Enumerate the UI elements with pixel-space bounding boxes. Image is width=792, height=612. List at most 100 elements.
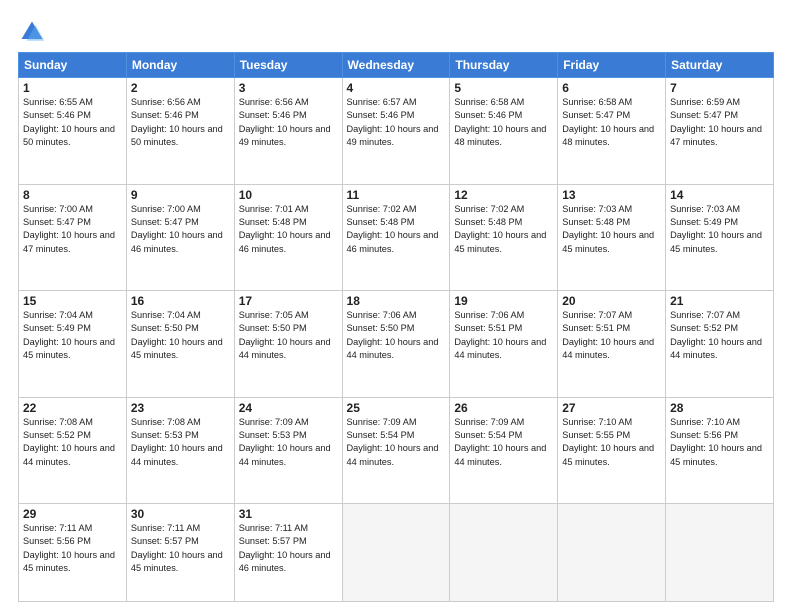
sunrise-label: Sunrise: 7:07 AM [670,310,740,320]
sunrise-label: Sunrise: 7:00 AM [23,204,93,214]
calendar-cell: 13 Sunrise: 7:03 AM Sunset: 5:48 PM Dayl… [558,184,666,291]
calendar-cell: 19 Sunrise: 7:06 AM Sunset: 5:51 PM Dayl… [450,291,558,398]
calendar-cell: 20 Sunrise: 7:07 AM Sunset: 5:51 PM Dayl… [558,291,666,398]
sunrise-label: Sunrise: 7:06 AM [347,310,417,320]
sunset-label: Sunset: 5:50 PM [347,323,415,333]
weekday-header: Friday [558,53,666,78]
sunset-label: Sunset: 5:56 PM [670,430,738,440]
sunset-label: Sunset: 5:47 PM [670,110,738,120]
sunset-label: Sunset: 5:49 PM [23,323,91,333]
calendar-cell: 28 Sunrise: 7:10 AM Sunset: 5:56 PM Dayl… [666,397,774,504]
daylight-label: Daylight: 10 hours and 44 minutes. [562,337,654,360]
daylight-label: Daylight: 10 hours and 44 minutes. [454,443,546,466]
day-number: 25 [347,401,446,415]
day-info: Sunrise: 7:02 AM Sunset: 5:48 PM Dayligh… [347,203,446,256]
calendar-table: SundayMondayTuesdayWednesdayThursdayFrid… [18,52,774,602]
sunrise-label: Sunrise: 7:06 AM [454,310,524,320]
day-info: Sunrise: 7:03 AM Sunset: 5:48 PM Dayligh… [562,203,661,256]
day-number: 3 [239,81,338,95]
day-number: 1 [23,81,122,95]
weekday-header: Tuesday [234,53,342,78]
day-number: 17 [239,294,338,308]
sunrise-label: Sunrise: 7:08 AM [131,417,201,427]
sunrise-label: Sunrise: 7:00 AM [131,204,201,214]
calendar-cell: 7 Sunrise: 6:59 AM Sunset: 5:47 PM Dayli… [666,78,774,185]
day-info: Sunrise: 7:06 AM Sunset: 5:51 PM Dayligh… [454,309,553,362]
calendar-cell [450,504,558,602]
daylight-label: Daylight: 10 hours and 44 minutes. [239,443,331,466]
day-info: Sunrise: 7:06 AM Sunset: 5:50 PM Dayligh… [347,309,446,362]
daylight-label: Daylight: 10 hours and 45 minutes. [670,443,762,466]
sunset-label: Sunset: 5:46 PM [454,110,522,120]
calendar-cell: 12 Sunrise: 7:02 AM Sunset: 5:48 PM Dayl… [450,184,558,291]
sunrise-label: Sunrise: 7:08 AM [23,417,93,427]
calendar-cell [342,504,450,602]
calendar-cell: 25 Sunrise: 7:09 AM Sunset: 5:54 PM Dayl… [342,397,450,504]
sunrise-label: Sunrise: 7:09 AM [347,417,417,427]
day-info: Sunrise: 7:10 AM Sunset: 5:55 PM Dayligh… [562,416,661,469]
weekday-header: Saturday [666,53,774,78]
calendar-cell: 4 Sunrise: 6:57 AM Sunset: 5:46 PM Dayli… [342,78,450,185]
day-number: 29 [23,507,122,521]
calendar-cell: 9 Sunrise: 7:00 AM Sunset: 5:47 PM Dayli… [126,184,234,291]
daylight-label: Daylight: 10 hours and 44 minutes. [454,337,546,360]
sunset-label: Sunset: 5:47 PM [131,217,199,227]
sunrise-label: Sunrise: 6:59 AM [670,97,740,107]
sunset-label: Sunset: 5:48 PM [347,217,415,227]
day-number: 21 [670,294,769,308]
day-info: Sunrise: 7:08 AM Sunset: 5:52 PM Dayligh… [23,416,122,469]
sunset-label: Sunset: 5:49 PM [670,217,738,227]
daylight-label: Daylight: 10 hours and 46 minutes. [239,230,331,253]
calendar-cell: 16 Sunrise: 7:04 AM Sunset: 5:50 PM Dayl… [126,291,234,398]
sunset-label: Sunset: 5:47 PM [23,217,91,227]
daylight-label: Daylight: 10 hours and 46 minutes. [131,230,223,253]
calendar-cell: 31 Sunrise: 7:11 AM Sunset: 5:57 PM Dayl… [234,504,342,602]
daylight-label: Daylight: 10 hours and 45 minutes. [562,230,654,253]
day-info: Sunrise: 7:01 AM Sunset: 5:48 PM Dayligh… [239,203,338,256]
daylight-label: Daylight: 10 hours and 49 minutes. [239,124,331,147]
sunrise-label: Sunrise: 7:09 AM [239,417,309,427]
sunset-label: Sunset: 5:55 PM [562,430,630,440]
calendar-cell: 10 Sunrise: 7:01 AM Sunset: 5:48 PM Dayl… [234,184,342,291]
day-info: Sunrise: 7:08 AM Sunset: 5:53 PM Dayligh… [131,416,230,469]
sunrise-label: Sunrise: 6:58 AM [562,97,632,107]
sunset-label: Sunset: 5:52 PM [23,430,91,440]
day-info: Sunrise: 7:11 AM Sunset: 5:57 PM Dayligh… [131,522,230,575]
day-number: 5 [454,81,553,95]
daylight-label: Daylight: 10 hours and 44 minutes. [670,337,762,360]
daylight-label: Daylight: 10 hours and 45 minutes. [23,337,115,360]
day-info: Sunrise: 7:09 AM Sunset: 5:53 PM Dayligh… [239,416,338,469]
day-info: Sunrise: 7:00 AM Sunset: 5:47 PM Dayligh… [23,203,122,256]
day-number: 4 [347,81,446,95]
day-number: 24 [239,401,338,415]
day-info: Sunrise: 6:56 AM Sunset: 5:46 PM Dayligh… [131,96,230,149]
day-info: Sunrise: 7:07 AM Sunset: 5:52 PM Dayligh… [670,309,769,362]
day-info: Sunrise: 7:00 AM Sunset: 5:47 PM Dayligh… [131,203,230,256]
day-number: 10 [239,188,338,202]
daylight-label: Daylight: 10 hours and 49 minutes. [347,124,439,147]
sunset-label: Sunset: 5:46 PM [347,110,415,120]
calendar-page: SundayMondayTuesdayWednesdayThursdayFrid… [0,0,792,612]
calendar-cell: 17 Sunrise: 7:05 AM Sunset: 5:50 PM Dayl… [234,291,342,398]
sunset-label: Sunset: 5:51 PM [562,323,630,333]
weekday-header: Thursday [450,53,558,78]
daylight-label: Daylight: 10 hours and 47 minutes. [23,230,115,253]
sunset-label: Sunset: 5:54 PM [454,430,522,440]
sunset-label: Sunset: 5:48 PM [454,217,522,227]
daylight-label: Daylight: 10 hours and 45 minutes. [131,337,223,360]
day-number: 31 [239,507,338,521]
day-number: 8 [23,188,122,202]
sunrise-label: Sunrise: 7:05 AM [239,310,309,320]
calendar-cell [558,504,666,602]
sunrise-label: Sunrise: 6:56 AM [131,97,201,107]
calendar-cell: 30 Sunrise: 7:11 AM Sunset: 5:57 PM Dayl… [126,504,234,602]
day-number: 13 [562,188,661,202]
sunset-label: Sunset: 5:46 PM [239,110,307,120]
sunset-label: Sunset: 5:48 PM [239,217,307,227]
sunrise-label: Sunrise: 7:04 AM [131,310,201,320]
sunrise-label: Sunrise: 6:58 AM [454,97,524,107]
day-number: 6 [562,81,661,95]
sunrise-label: Sunrise: 7:09 AM [454,417,524,427]
sunset-label: Sunset: 5:56 PM [23,536,91,546]
calendar-cell: 21 Sunrise: 7:07 AM Sunset: 5:52 PM Dayl… [666,291,774,398]
